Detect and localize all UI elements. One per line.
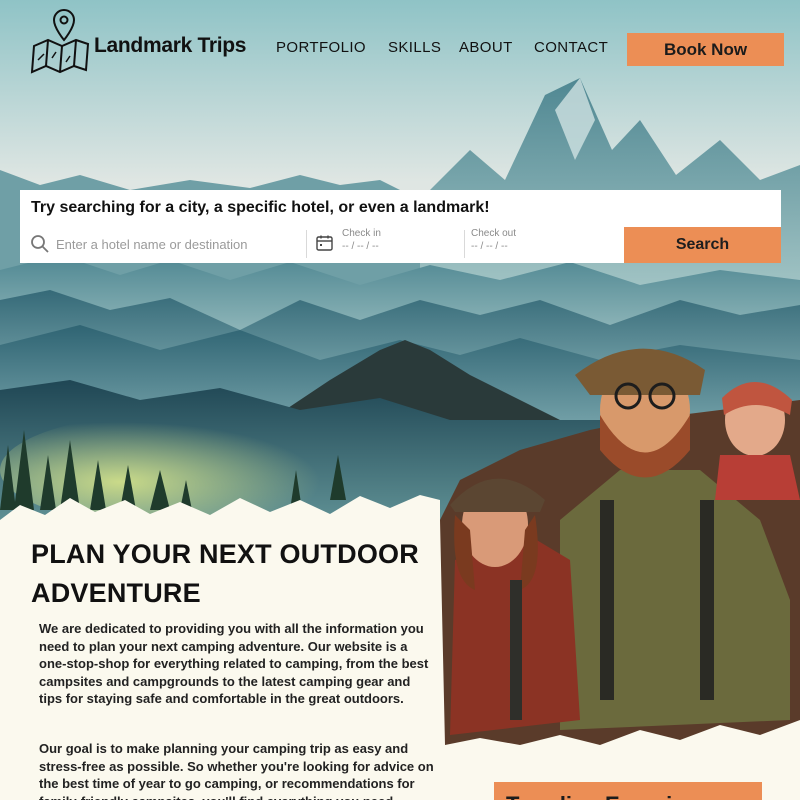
intro-paragraph: We are dedicated to providing you with a… (39, 621, 429, 706)
search-icon (31, 235, 49, 253)
trending-title: Trending Experiences (506, 792, 735, 800)
check-in-label: Check in (342, 228, 381, 239)
page-headline: PLAN YOUR NEXT OUTDOOR ADVENTURE (31, 539, 419, 608)
destination-input[interactable] (56, 236, 296, 252)
check-in-value: -- / -- / -- (342, 241, 379, 252)
book-now-button[interactable]: Book Now (627, 33, 784, 66)
nav-item-skills[interactable]: SKILLS (388, 39, 441, 56)
search-button[interactable]: Search (624, 227, 781, 263)
destination-search-field[interactable] (30, 230, 306, 258)
calendar-icon (316, 235, 333, 251)
field-divider (306, 230, 307, 258)
check-out-field[interactable]: Check out -- / -- / -- (471, 228, 516, 252)
nav-item-contact[interactable]: CONTACT (534, 39, 608, 56)
field-divider (464, 230, 465, 258)
search-panel: Try searching for a city, a specific hot… (20, 190, 781, 263)
nav-item-portfolio[interactable]: PORTFOLIO (276, 39, 366, 56)
goal-paragraph: Our goal is to make planning your campin… (39, 741, 434, 800)
check-out-value: -- / -- / -- (471, 241, 508, 252)
check-out-label: Check out (471, 228, 517, 239)
check-in-field[interactable]: Check in -- / -- / -- (342, 228, 381, 252)
search-prompt: Try searching for a city, a specific hot… (31, 199, 490, 216)
nav-item-about[interactable]: ABOUT (459, 39, 513, 56)
trending-experiences-card[interactable]: Trending Experiences (494, 782, 762, 800)
